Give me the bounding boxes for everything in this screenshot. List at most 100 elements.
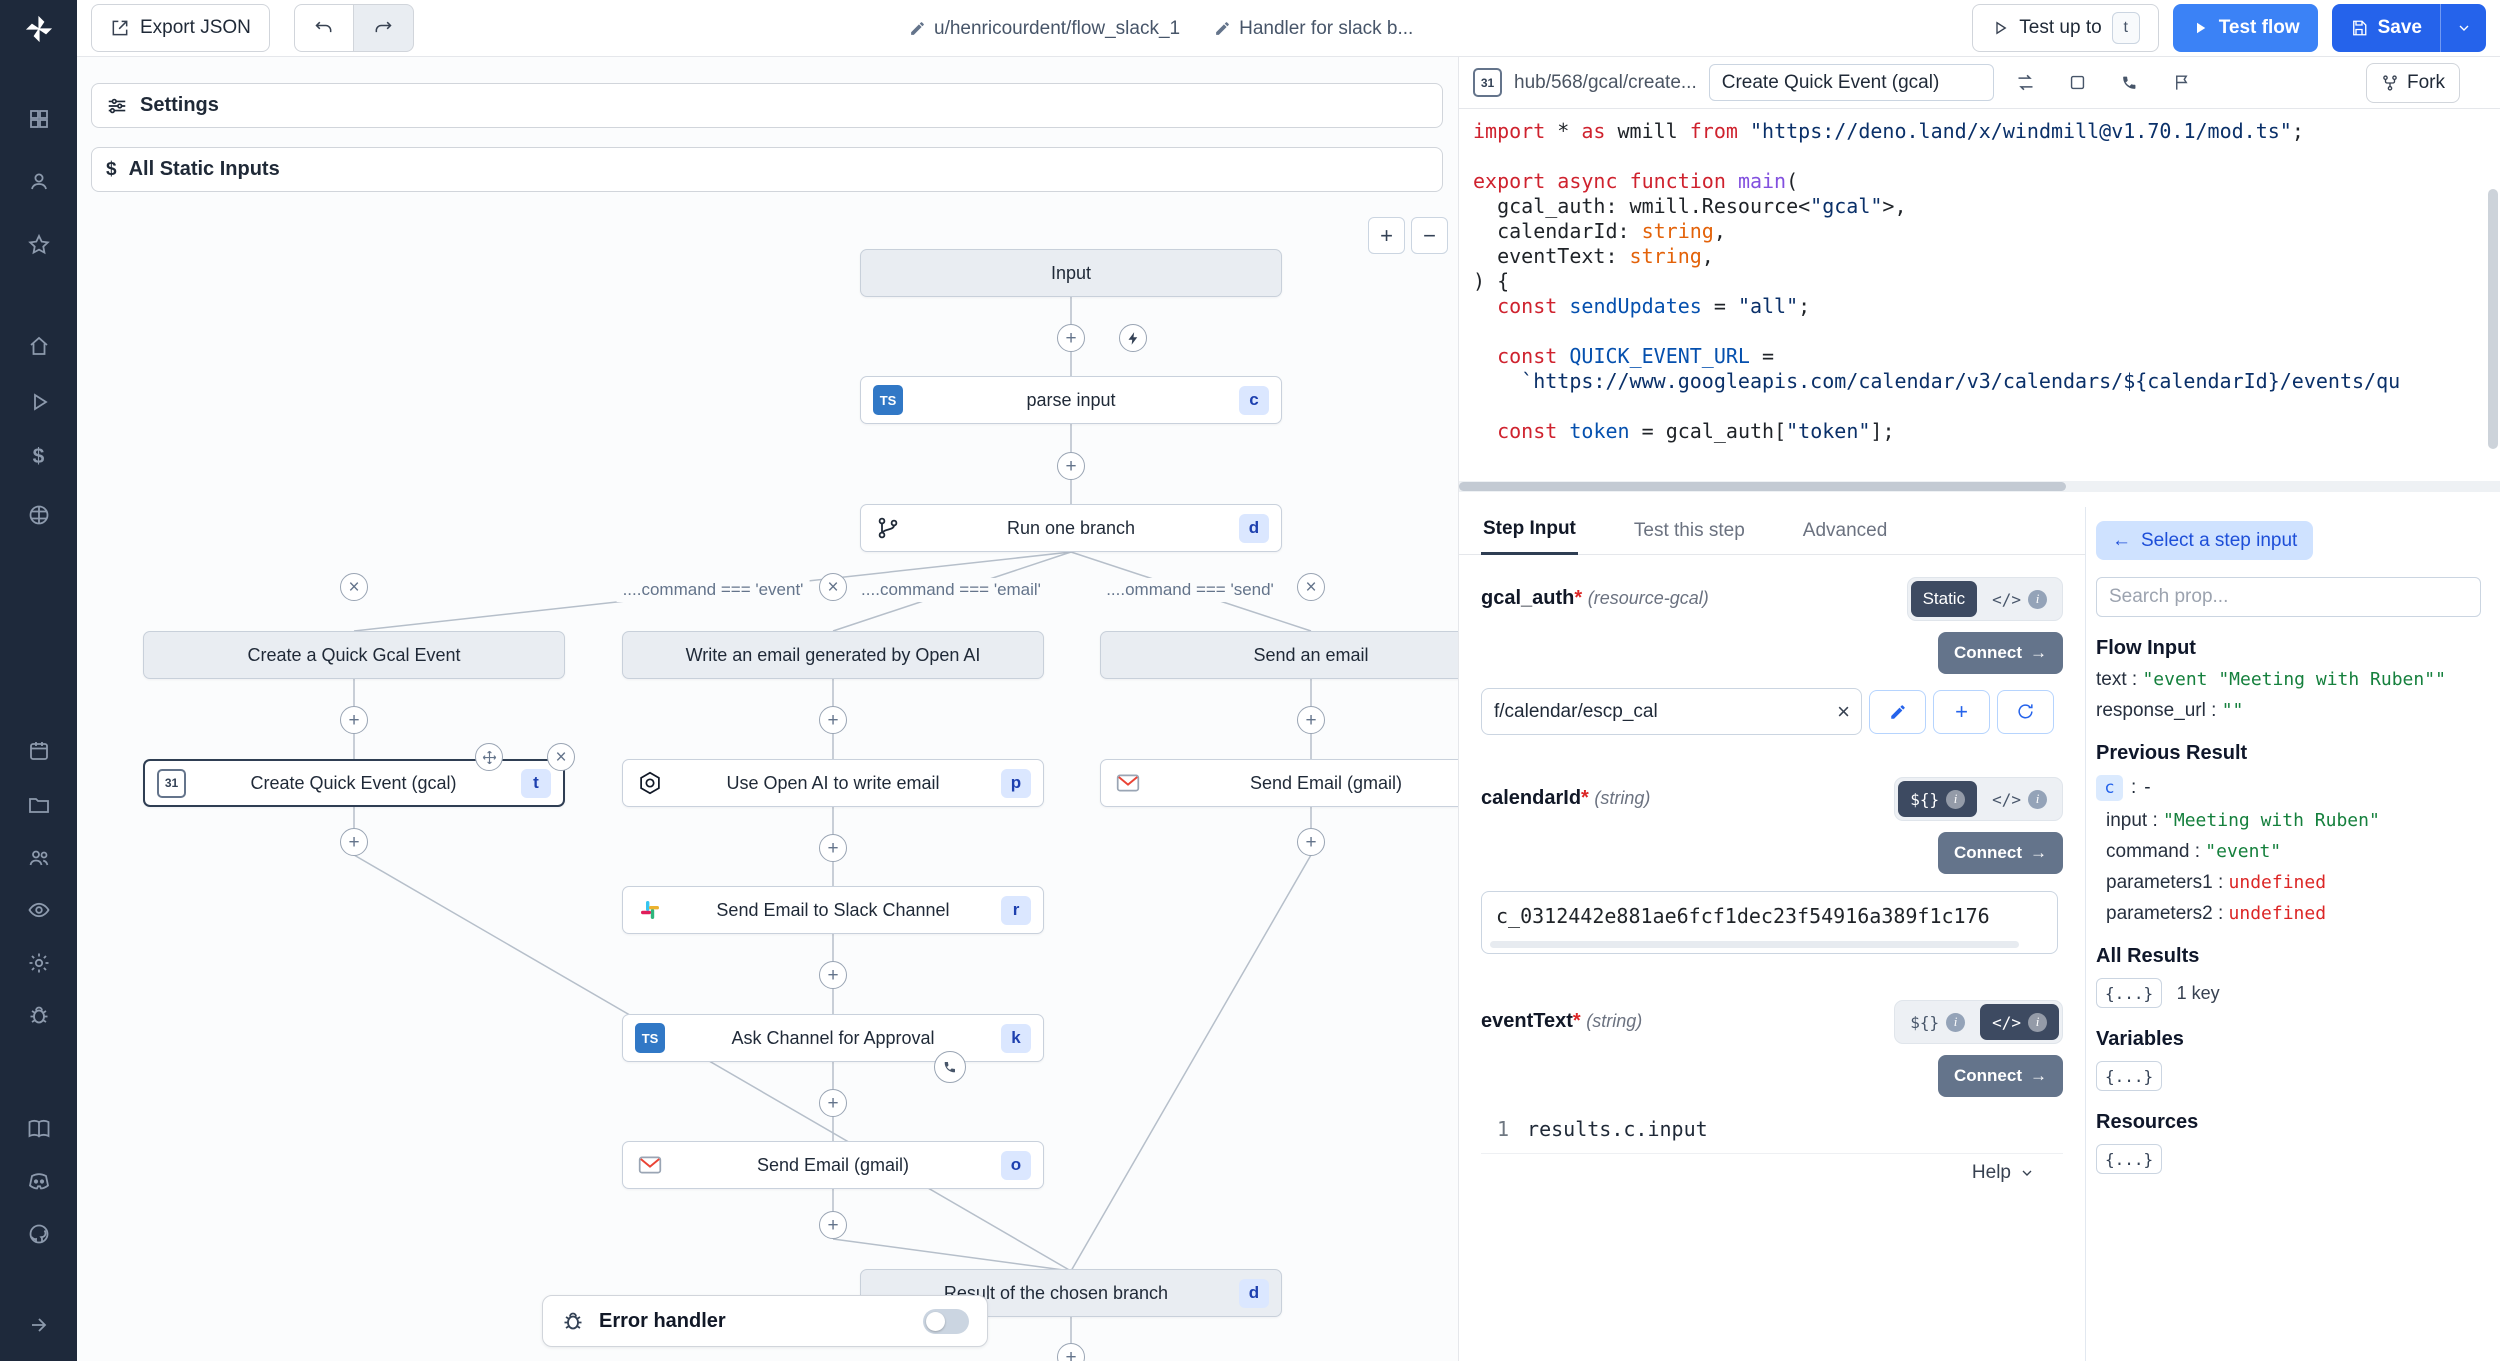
all-results-object-chip[interactable]: {...} (2096, 978, 2162, 1008)
delete-branch-button[interactable]: × (340, 573, 368, 601)
flag-icon[interactable] (2162, 64, 2202, 101)
folders-icon[interactable] (24, 790, 54, 820)
tab-step-input[interactable]: Step Input (1481, 508, 1578, 555)
test-up-to-button[interactable]: Test up to t (1972, 4, 2158, 52)
add-resource-button[interactable]: + (1933, 690, 1990, 734)
home-icon[interactable] (24, 331, 54, 361)
save-dropdown-button[interactable] (2440, 4, 2486, 52)
resource-path-input[interactable] (1481, 688, 1862, 735)
play-icon[interactable] (24, 387, 54, 417)
box-icon[interactable] (2058, 64, 2098, 101)
step-id-badge[interactable]: c (2096, 775, 2123, 801)
prop-row[interactable]: text : "event "Meeting with Ruben"" (2096, 669, 2488, 691)
user-icon[interactable] (24, 167, 54, 197)
flow-node-input[interactable]: Input (860, 249, 1282, 297)
export-json-button[interactable]: Export JSON (91, 4, 270, 52)
dollar-icon[interactable]: $ (24, 442, 54, 472)
delete-branch-button[interactable]: × (1297, 573, 1325, 601)
prop-row[interactable]: parameters1 : undefined (2106, 872, 2488, 894)
eye-icon[interactable] (24, 895, 54, 925)
bug-icon[interactable] (24, 1000, 54, 1030)
flow-node-openai-email[interactable]: Use Open AI to write email p (622, 759, 1044, 807)
groups-icon[interactable] (24, 843, 54, 873)
insert-step-button[interactable]: + (1057, 324, 1085, 352)
flow-summary-edit[interactable]: Handler for slack b... (1214, 18, 1413, 40)
insert-step-button[interactable]: + (340, 828, 368, 856)
flow-settings-bar[interactable]: Settings (91, 83, 1443, 128)
connect-button[interactable]: Connect→ (1938, 632, 2063, 674)
move-step-button[interactable] (475, 743, 503, 771)
inner-scrollbar[interactable] (1490, 941, 2019, 948)
branch-head-3[interactable]: Send an email (1100, 631, 1459, 679)
trigger-bolt-button[interactable] (1119, 324, 1147, 352)
variables-object-chip[interactable]: {...} (2096, 1061, 2162, 1091)
search-prop-input[interactable] (2096, 577, 2481, 617)
clear-resource-icon[interactable]: × (1837, 699, 1850, 725)
prop-row[interactable]: response_url : "" (2096, 700, 2488, 722)
insert-step-button[interactable]: + (340, 706, 368, 734)
docs-book-icon[interactable] (24, 1114, 54, 1144)
edit-resource-button[interactable] (1869, 690, 1926, 734)
connect-button[interactable]: Connect→ (1938, 832, 2063, 874)
sync-icon[interactable] (2006, 64, 2046, 101)
branch-head-1[interactable]: Create a Quick Gcal Event (143, 631, 565, 679)
connect-button[interactable]: Connect→ (1938, 1055, 2063, 1097)
undo-button[interactable] (294, 4, 354, 52)
zoom-in-button[interactable]: + (1368, 217, 1405, 254)
insert-step-button[interactable]: + (1297, 828, 1325, 856)
javascript-mode-chip[interactable]: </>i (1980, 581, 2059, 617)
code-editor[interactable]: import * as wmill from "https://deno.lan… (1459, 109, 2500, 492)
javascript-mode-chip[interactable]: </>i (1980, 781, 2059, 817)
resources-object-chip[interactable]: {...} (2096, 1144, 2162, 1174)
flow-canvas[interactable]: Settings $ All Static Inputs + − (77, 57, 1459, 1361)
flow-node-send-gmail-b2[interactable]: Send Email (gmail) o (622, 1141, 1044, 1189)
prop-row[interactable]: command : "event" (2106, 841, 2488, 863)
error-handler-toggle[interactable] (923, 1309, 969, 1334)
test-flow-button[interactable]: Test flow (2173, 4, 2318, 52)
discord-icon[interactable] (24, 1166, 54, 1196)
workers-icon[interactable] (24, 500, 54, 530)
select-step-input-button[interactable]: ← Select a step input (2096, 521, 2313, 560)
insert-step-button[interactable]: + (1297, 706, 1325, 734)
insert-step-button[interactable]: + (819, 834, 847, 862)
suspend-phone-icon[interactable] (934, 1051, 966, 1083)
zoom-out-button[interactable]: − (1411, 217, 1448, 254)
vertical-scrollbar[interactable] (2488, 189, 2498, 449)
prop-row[interactable]: parameters2 : undefined (2106, 903, 2488, 925)
template-mode-chip[interactable]: ${}i (1898, 1004, 1977, 1040)
flow-node-ask-approval[interactable]: TS Ask Channel for Approval k (622, 1014, 1044, 1062)
fork-button[interactable]: Fork (2366, 63, 2460, 103)
star-icon[interactable] (24, 230, 54, 260)
horizontal-scrollbar-thumb[interactable] (1459, 482, 2066, 491)
help-link[interactable]: Help (1481, 1162, 2035, 1184)
flow-node-send-gmail-b3[interactable]: Send Email (gmail) (1100, 759, 1459, 807)
insert-step-button[interactable]: + (819, 1211, 847, 1239)
phone-icon[interactable] (2110, 64, 2150, 101)
prop-row[interactable]: input : "Meeting with Ruben" (2106, 810, 2488, 832)
refresh-resource-button[interactable] (1997, 690, 2054, 734)
static-mode-chip[interactable]: Static (1911, 581, 1978, 617)
github-icon[interactable] (24, 1219, 54, 1249)
grid-icon[interactable] (24, 104, 54, 134)
all-static-inputs-bar[interactable]: $ All Static Inputs (91, 147, 1443, 192)
branch-head-2[interactable]: Write an email generated by Open AI (622, 631, 1044, 679)
insert-step-button[interactable]: + (1057, 452, 1085, 480)
schedules-icon[interactable] (24, 736, 54, 766)
template-mode-chip[interactable]: ${}i (1898, 781, 1977, 817)
delete-branch-button[interactable]: × (819, 573, 847, 601)
error-handler-bar[interactable]: Error handler (542, 1295, 988, 1347)
expand-sidebar-arrow-icon[interactable] (24, 1310, 54, 1340)
save-button[interactable]: Save (2332, 4, 2440, 52)
remove-step-button[interactable]: × (547, 743, 575, 771)
flow-node-create-quick-event[interactable]: 31 Create Quick Event (gcal) t (143, 759, 565, 807)
step-name-input[interactable] (1709, 64, 1994, 101)
flow-node-run-one-branch[interactable]: Run one branch d (860, 504, 1282, 552)
flow-node-parse-input[interactable]: TS parse input c (860, 376, 1282, 424)
event-text-expression-editor[interactable]: 1 results.c.input (1481, 1113, 2063, 1154)
gear-icon[interactable] (24, 948, 54, 978)
flow-path-edit[interactable]: u/henricourdent/flow_slack_1 (909, 18, 1180, 40)
tab-advanced[interactable]: Advanced (1801, 510, 1890, 554)
javascript-mode-chip[interactable]: </>i (1980, 1004, 2059, 1040)
insert-step-button[interactable]: + (819, 961, 847, 989)
redo-button[interactable] (354, 4, 414, 52)
